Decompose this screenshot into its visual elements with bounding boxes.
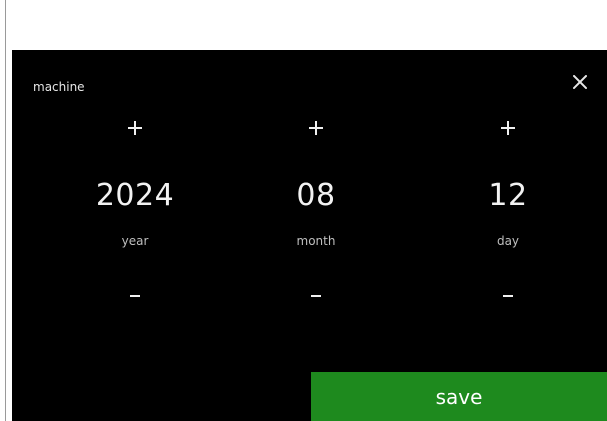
year-value: 2024: [95, 178, 175, 213]
window-edge-divider: [5, 0, 6, 421]
day-picker: 12 day: [448, 110, 568, 310]
plus-icon: [309, 121, 323, 135]
month-label: month: [296, 234, 336, 248]
year-decrement-button[interactable]: [115, 280, 155, 312]
year-increment-button[interactable]: [115, 112, 155, 144]
screen-title: machine: [33, 80, 85, 94]
plus-icon: [501, 121, 515, 135]
minus-icon: [311, 295, 321, 297]
date-setting-screen: machine 2024 year 08 month 12 day save: [12, 50, 607, 421]
month-picker: 08 month: [256, 110, 376, 310]
year-picker: 2024 year: [75, 110, 195, 310]
save-button[interactable]: save: [311, 372, 607, 421]
minus-icon: [503, 295, 513, 297]
month-value: 08: [296, 178, 336, 213]
year-label: year: [121, 234, 149, 248]
day-value: 12: [488, 178, 528, 213]
close-icon: [573, 75, 587, 89]
day-label: day: [496, 234, 520, 248]
plus-icon: [128, 121, 142, 135]
minus-icon: [130, 295, 140, 297]
close-button[interactable]: [568, 70, 592, 94]
day-increment-button[interactable]: [488, 112, 528, 144]
day-decrement-button[interactable]: [488, 280, 528, 312]
month-decrement-button[interactable]: [296, 280, 336, 312]
month-increment-button[interactable]: [296, 112, 336, 144]
